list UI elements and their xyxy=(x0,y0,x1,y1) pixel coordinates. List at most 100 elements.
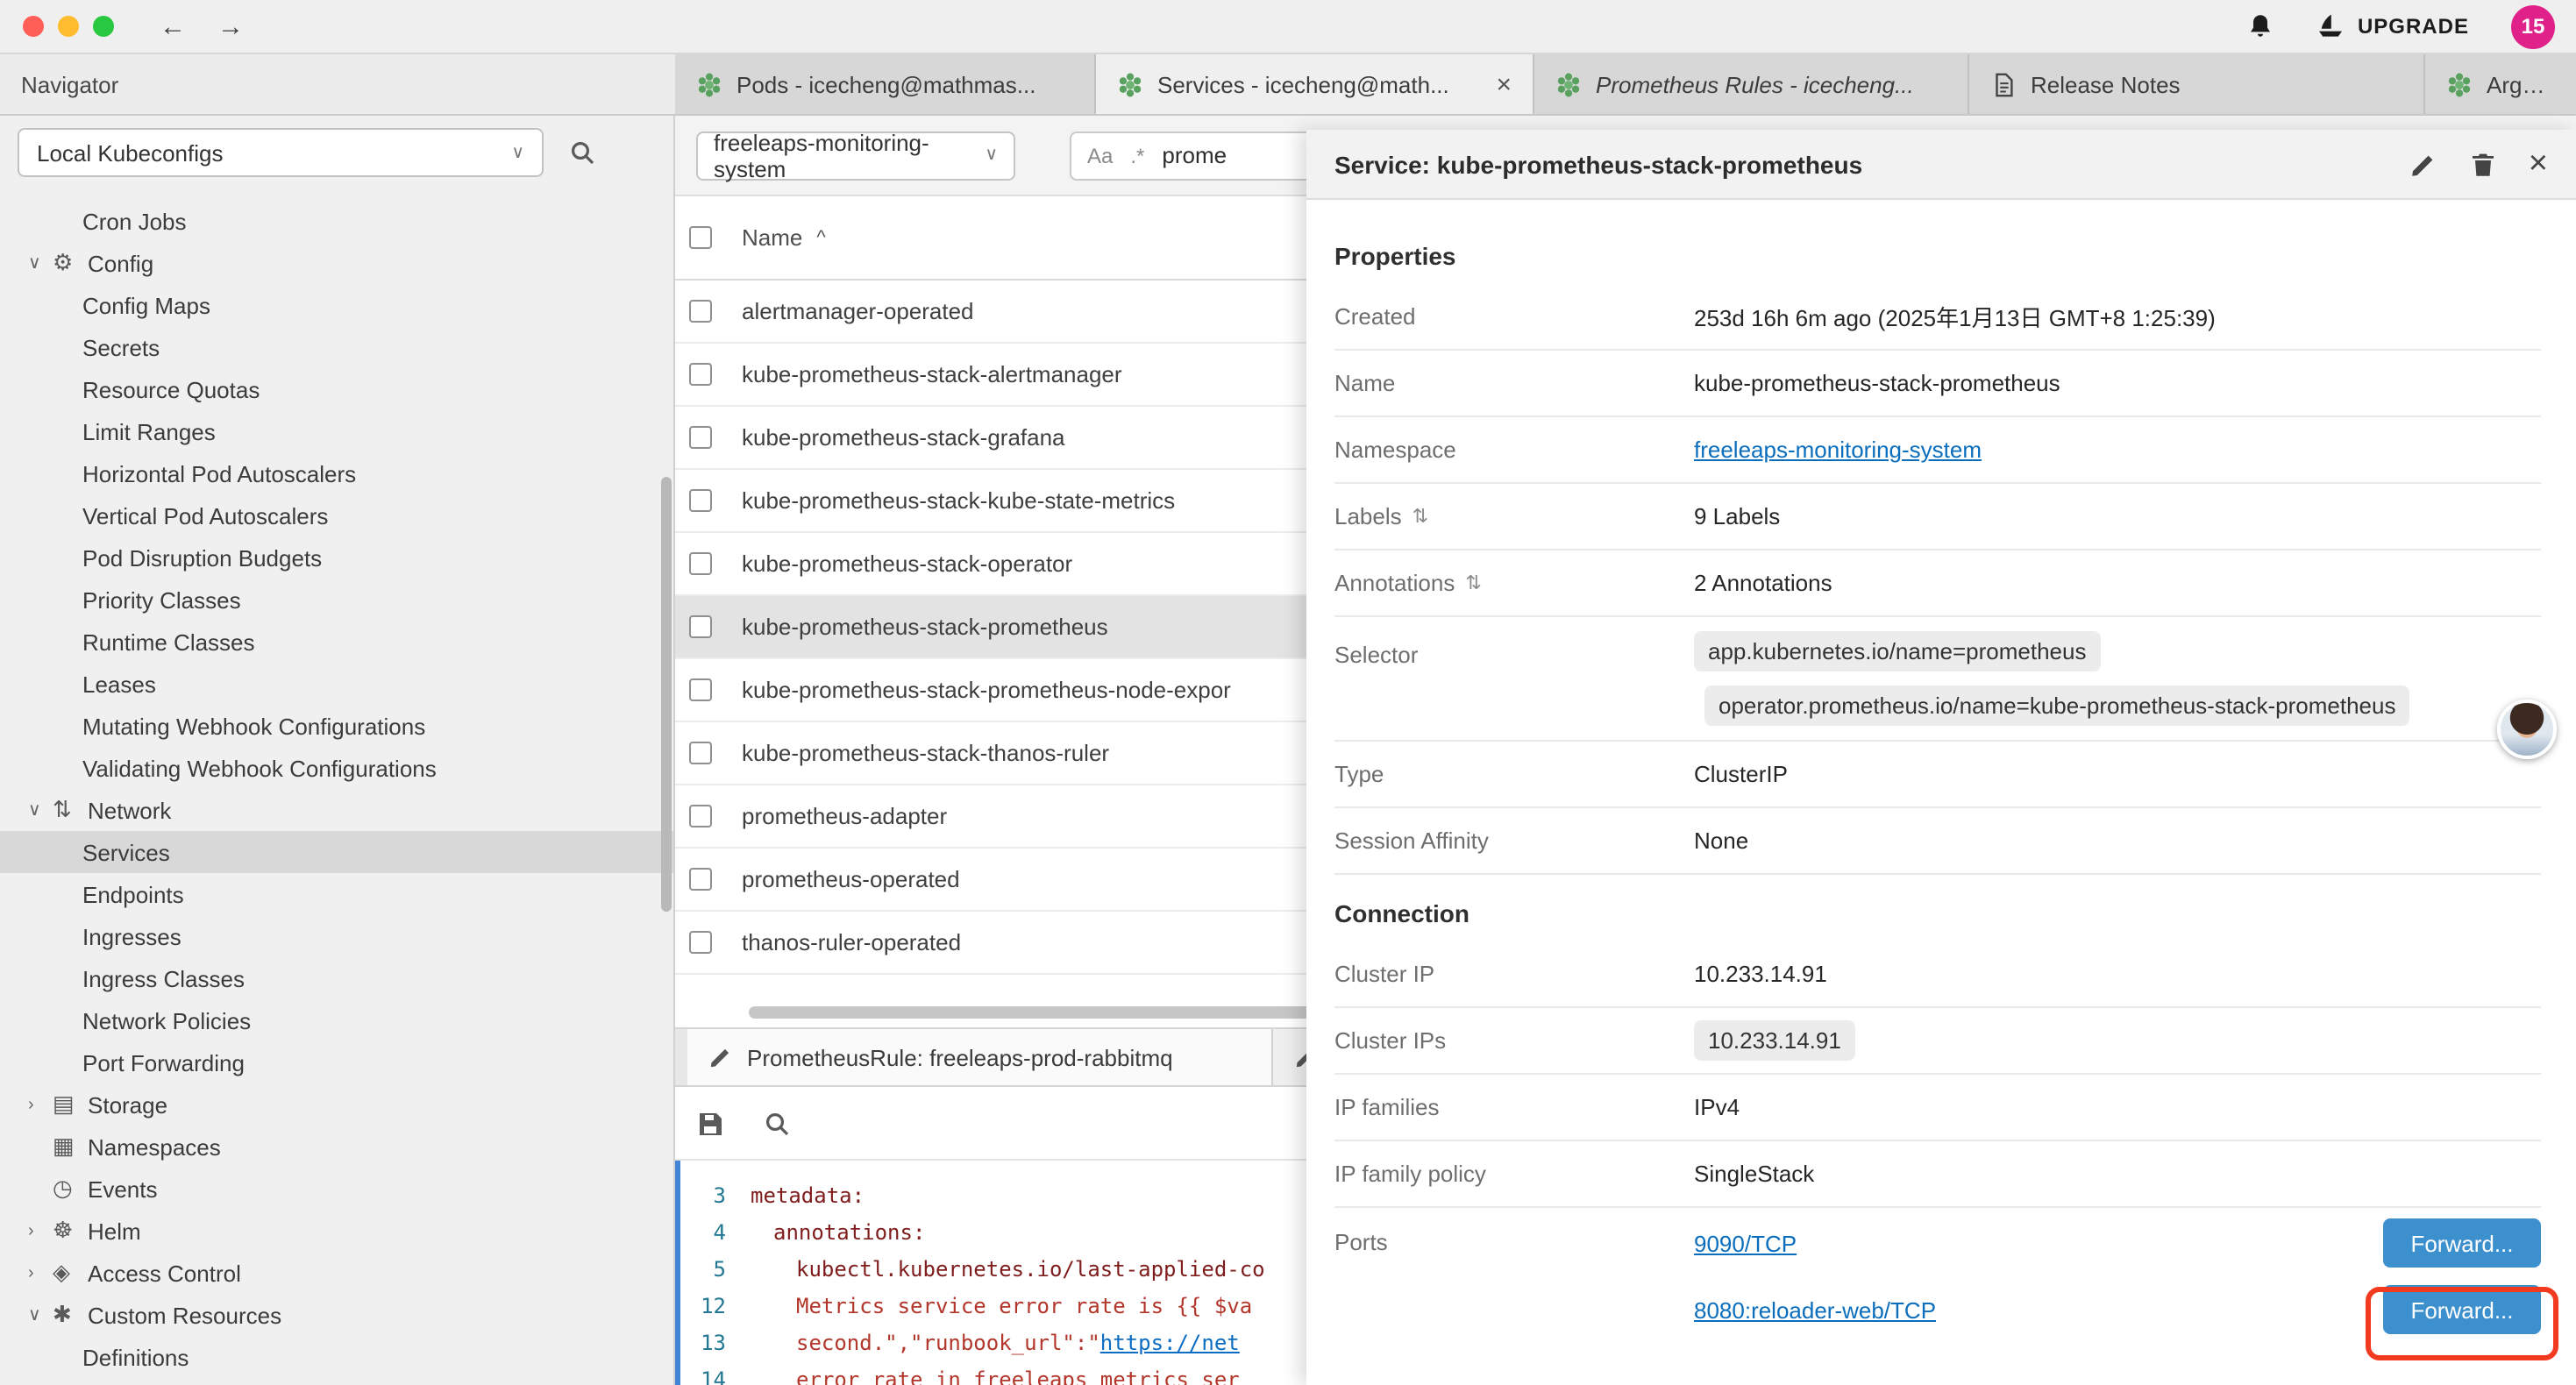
sidebar-item[interactable]: Pod Disruption Budgets xyxy=(0,536,673,579)
sidebar-item[interactable]: Endpoints xyxy=(0,873,673,915)
zoom-window-button[interactable] xyxy=(93,16,114,37)
row-checkbox[interactable] xyxy=(689,363,712,386)
regex-toggle[interactable]: .* xyxy=(1130,143,1144,167)
forward-button[interactable]: → xyxy=(217,11,244,41)
sidebar-item[interactable]: ▦ Namespaces xyxy=(0,1126,673,1168)
sidebar-item[interactable]: Secrets xyxy=(0,326,673,368)
kubeconfig-selector[interactable]: Local Kubeconfigs ∨ xyxy=(18,128,544,177)
sidebar-item[interactable]: Horizontal Pod Autoscalers xyxy=(0,452,673,494)
detail-row-labels: Labels ⇅ 9 Labels xyxy=(1334,484,2541,550)
sidebar-item[interactable]: › ◈ Access Control xyxy=(0,1252,673,1294)
sidebar-item[interactable]: ◷ Events xyxy=(0,1168,673,1210)
sidebar-item[interactable]: Ingress Classes xyxy=(0,957,673,999)
sort-ascending-icon[interactable]: ^ xyxy=(816,227,825,248)
sidebar-item[interactable]: Cron Jobs xyxy=(0,200,673,242)
namespace-filter-dropdown[interactable]: freeleaps-monitoring-system ∨ xyxy=(696,131,1015,180)
sidebar-item-label: Limit Ranges xyxy=(82,418,216,444)
sidebar-item[interactable]: Definitions xyxy=(0,1336,673,1378)
expand-toggle-icon[interactable]: ⇅ xyxy=(1465,572,1481,594)
row-checkbox[interactable] xyxy=(689,805,712,827)
sidebar-item[interactable]: › ☸ Helm xyxy=(0,1210,673,1252)
close-tab-icon[interactable]: × xyxy=(1485,69,1512,99)
line-number: 3 xyxy=(680,1178,751,1215)
expander-icon[interactable]: ∨ xyxy=(28,800,53,820)
detail-row-cluster-ips: Cluster IPs 10.233.14.91 xyxy=(1334,1008,2541,1075)
row-checkbox[interactable] xyxy=(689,742,712,764)
row-value: kube-prometheus-stack-prometheus xyxy=(1694,370,2060,396)
dock-tab-prometheusrule[interactable]: PrometheusRule: freeleaps-prod-rabbitmq xyxy=(687,1029,1273,1085)
save-icon[interactable] xyxy=(696,1109,724,1137)
tab-label: Argo S... xyxy=(2487,71,2555,97)
tab-services[interactable]: Services - icecheng@math... × xyxy=(1096,54,1534,114)
row-checkbox[interactable] xyxy=(689,868,712,891)
expander-icon[interactable]: › xyxy=(28,1095,53,1114)
sidebar-item[interactable]: Runtime Classes xyxy=(0,621,673,663)
back-button[interactable]: ← xyxy=(160,11,186,41)
service-name: kube-prometheus-stack-prometheus xyxy=(742,614,1108,640)
sidebar-item[interactable]: Mutating Webhook Configurations xyxy=(0,705,673,747)
expand-toggle-icon[interactable]: ⇅ xyxy=(1413,505,1428,528)
sidebar-item[interactable]: Resource Quotas xyxy=(0,368,673,410)
service-name: kube-prometheus-stack-kube-state-metrics xyxy=(742,487,1175,514)
row-label: IP family policy xyxy=(1334,1161,1694,1187)
sidebar-item[interactable]: ∨ ⇅ Network xyxy=(0,789,673,831)
port-link[interactable]: 9090/TCP xyxy=(1694,1230,1797,1256)
row-checkbox[interactable] xyxy=(689,678,712,701)
sidebar-item[interactable]: Limit Ranges xyxy=(0,410,673,452)
selector-badge: operator.prometheus.io/name=kube-prometh… xyxy=(1704,685,2410,726)
minimize-window-button[interactable] xyxy=(58,16,79,37)
sidebar-search-icon[interactable] xyxy=(568,138,596,167)
delete-trash-icon[interactable] xyxy=(2469,150,2497,178)
row-checkbox[interactable] xyxy=(689,552,712,575)
row-checkbox[interactable] xyxy=(689,931,712,954)
close-panel-icon[interactable]: × xyxy=(2529,147,2548,181)
expander-icon[interactable]: ∨ xyxy=(28,253,53,273)
sidebar-item[interactable]: Config Maps xyxy=(0,284,673,326)
sidebar-item[interactable]: ∨ ✱ Custom Resources xyxy=(0,1294,673,1336)
notification-count-badge[interactable]: 15 xyxy=(2511,4,2555,48)
tab-argo[interactable]: Argo S... xyxy=(2425,54,2576,114)
row-checkbox[interactable] xyxy=(689,615,712,638)
tab-release-notes[interactable]: Release Notes xyxy=(1969,54,2425,114)
editor-search-icon[interactable] xyxy=(763,1109,791,1137)
row-checkbox[interactable] xyxy=(689,300,712,323)
user-avatar[interactable] xyxy=(2497,700,2557,759)
sidebar-item[interactable]: ∨ ⚙ Config xyxy=(0,242,673,284)
detail-row-session-affinity: Session Affinity None xyxy=(1334,808,2541,875)
expander-icon[interactable]: ∨ xyxy=(28,1305,53,1325)
close-window-button[interactable] xyxy=(23,16,44,37)
row-checkbox[interactable] xyxy=(689,426,712,449)
edit-pencil-icon[interactable] xyxy=(2409,150,2437,178)
annotations-label: Annotations xyxy=(1334,570,1455,596)
namespace-link[interactable]: freeleaps-monitoring-system xyxy=(1694,437,1982,463)
expander-icon[interactable]: › xyxy=(28,1221,53,1240)
sidebar-item[interactable]: Leases xyxy=(0,663,673,705)
match-case-toggle[interactable]: Aa xyxy=(1087,143,1113,167)
tab-pods[interactable]: Pods - icecheng@mathmas... xyxy=(675,54,1096,114)
category-icon: ◈ xyxy=(53,1259,88,1287)
sidebar-item[interactable]: Ingresses xyxy=(0,915,673,957)
name-column-header[interactable]: Name xyxy=(742,224,802,251)
service-name: kube-prometheus-stack-operator xyxy=(742,550,1072,577)
sidebar-item[interactable]: Validating Webhook Configurations xyxy=(0,747,673,789)
notifications-bell-icon[interactable] xyxy=(2247,12,2275,40)
code-text: error rate in freeleaps metrics ser xyxy=(751,1362,1240,1385)
select-all-checkbox[interactable] xyxy=(689,226,712,249)
sidebar-item-label: Leases xyxy=(82,671,156,697)
sidebar-scrollbar[interactable] xyxy=(661,477,672,912)
sidebar-item[interactable]: Port Forwarding xyxy=(0,1041,673,1083)
forward-button[interactable]: Forward... xyxy=(2383,1218,2541,1268)
sidebar-item[interactable]: › ▤ Storage xyxy=(0,1083,673,1126)
service-name: alertmanager-operated xyxy=(742,298,974,324)
row-checkbox[interactable] xyxy=(689,489,712,512)
tab-prometheus-rules[interactable]: Prometheus Rules - icecheng... xyxy=(1534,54,1969,114)
sidebar-item[interactable]: Services xyxy=(0,831,673,873)
sidebar-item[interactable]: Vertical Pod Autoscalers xyxy=(0,494,673,536)
sidebar-item[interactable]: Network Policies xyxy=(0,999,673,1041)
upgrade-button[interactable]: UPGRADE xyxy=(2317,12,2469,40)
code-url-link[interactable]: https://net xyxy=(1100,1331,1240,1355)
kubeconfig-row: Local Kubeconfigs ∨ xyxy=(0,116,673,189)
sidebar-item[interactable]: Priority Classes xyxy=(0,579,673,621)
port-link[interactable]: 8080:reloader-web/TCP xyxy=(1694,1296,1936,1323)
expander-icon[interactable]: › xyxy=(28,1263,53,1282)
